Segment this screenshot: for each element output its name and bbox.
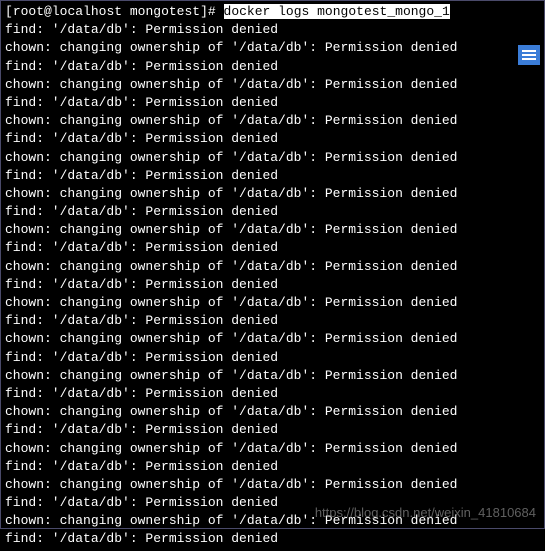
output-line: find: '/data/db': Permission denied <box>5 349 540 367</box>
output-line: find: '/data/db': Permission denied <box>5 203 540 221</box>
output-line: chown: changing ownership of '/data/db':… <box>5 403 540 421</box>
prompt-close-bracket: ]# <box>200 4 216 19</box>
output-line: chown: changing ownership of '/data/db':… <box>5 149 540 167</box>
prompt-line: [root@localhost mongotest]# docker logs … <box>5 3 540 21</box>
output-line: chown: changing ownership of '/data/db':… <box>5 258 540 276</box>
output-line: find: '/data/db': Permission denied <box>5 130 540 148</box>
output-line: find: '/data/db': Permission denied <box>5 276 540 294</box>
terminal-window[interactable]: [root@localhost mongotest]# docker logs … <box>1 1 544 551</box>
output-line: chown: changing ownership of '/data/db':… <box>5 76 540 94</box>
output-line: chown: changing ownership of '/data/db':… <box>5 185 540 203</box>
output-line: chown: changing ownership of '/data/db':… <box>5 112 540 130</box>
output-line: find: '/data/db': Permission denied <box>5 312 540 330</box>
output-line: chown: changing ownership of '/data/db':… <box>5 294 540 312</box>
output-line: find: '/data/db': Permission denied <box>5 458 540 476</box>
prompt-path: mongotest <box>130 4 200 19</box>
output-line: find: '/data/db': Permission denied <box>5 58 540 76</box>
output-line: chown: changing ownership of '/data/db':… <box>5 476 540 494</box>
prompt-at: @ <box>44 4 52 19</box>
prompt-open-bracket: [ <box>5 4 13 19</box>
prompt-user: root <box>13 4 44 19</box>
output-line: find: '/data/db': Permission denied <box>5 21 540 39</box>
output-line: chown: changing ownership of '/data/db':… <box>5 512 540 530</box>
output-line: find: '/data/db': Permission denied <box>5 239 540 257</box>
output-line: find: '/data/db': Permission denied <box>5 494 540 512</box>
command-text: docker logs mongotest_mongo_1 <box>224 4 450 19</box>
output-line: chown: changing ownership of '/data/db':… <box>5 330 540 348</box>
output-line: chown: changing ownership of '/data/db':… <box>5 440 540 458</box>
prompt-space <box>122 4 130 19</box>
output-line: find: '/data/db': Permission denied <box>5 167 540 185</box>
output-line: find: '/data/db': Permission denied <box>5 530 540 548</box>
output-line: find: '/data/db': Permission denied <box>5 94 540 112</box>
output-line: chown: changing ownership of '/data/db':… <box>5 39 540 57</box>
prompt-host: localhost <box>52 4 122 19</box>
output-line: find: '/data/db': Permission denied <box>5 421 540 439</box>
output-line: chown: changing ownership of '/data/db':… <box>5 221 540 239</box>
output-line: find: '/data/db': Permission denied <box>5 385 540 403</box>
selection-menu-icon[interactable] <box>518 45 540 65</box>
output-line: chown: changing ownership of '/data/db':… <box>5 367 540 385</box>
